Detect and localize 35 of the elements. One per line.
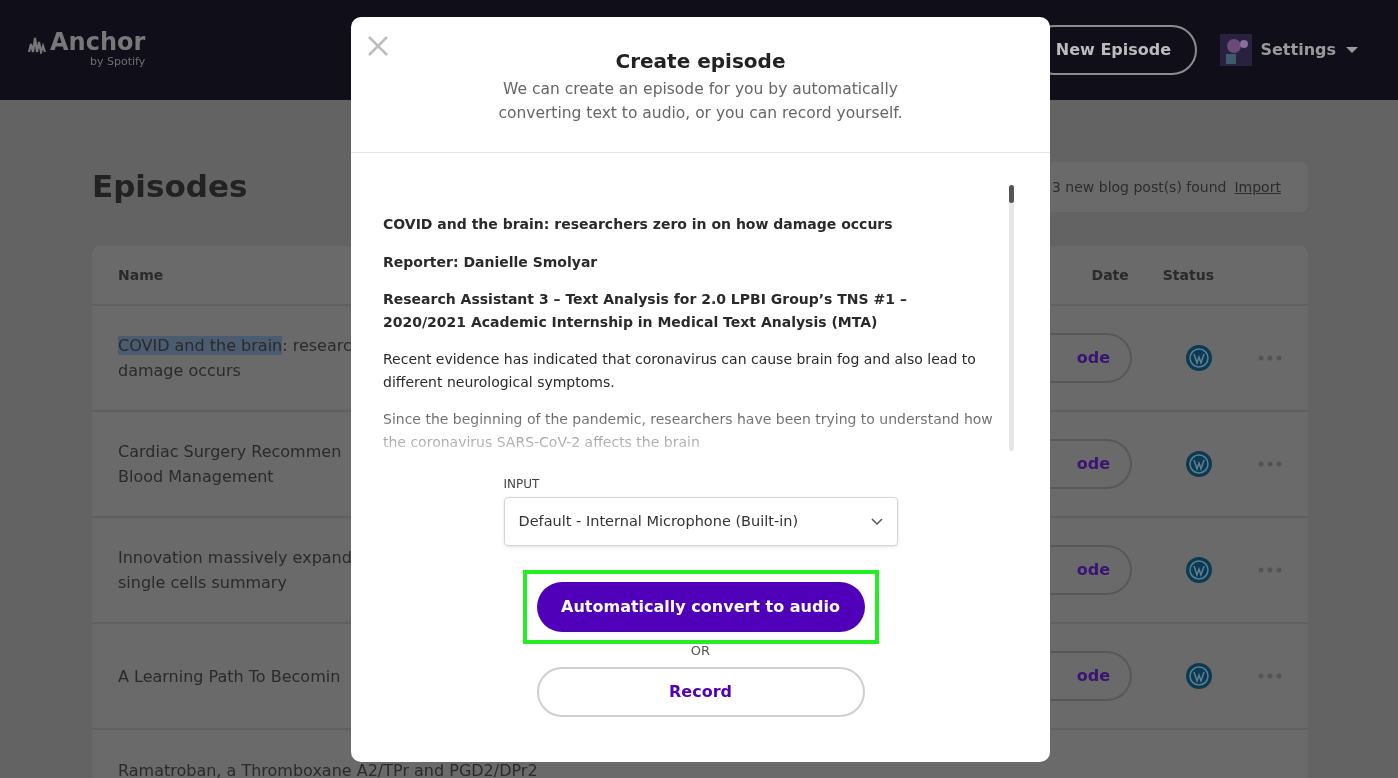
or-separator: OR [690,644,711,658]
episode-title: Cardiac Surgery Recommen [118,441,342,463]
settings-menu[interactable]: Settings [1260,38,1336,62]
column-header: Status [1162,265,1214,285]
notice-text: 3 new blog post(s) found [1052,177,1227,197]
chevron-icon [870,517,883,526]
logo-wordmark: Anchor [50,29,146,54]
article-paragraph: Recent evidence has indicated that coronavirus can cause brain fog and also lead to different neurological symptoms. [383,350,977,392]
input-label: INPUT [503,476,541,493]
column-header: Name [118,265,164,285]
episode-title: Ramatroban, a Thromboxane A2/TPr and PGD2/DPr2 [118,760,538,778]
column-header: Date [1091,265,1129,285]
caret-icon [1346,47,1358,53]
article-paragraph: Research Assistant 3 – Text Analysis for 2.0 LPBI Group’s TNS #1 – 2020/2021 Academic Internship in Medical Text Analysis (MTA) [383,290,908,332]
episode-title: single cells summary [118,572,288,594]
article-paragraph: COVID and the brain: researchers zero in on how damage occurs [383,215,894,234]
wordpress-status-icon [1186,345,1212,371]
wordpress-status-icon [1186,663,1212,689]
episode-title: Innovation massively expand [118,547,352,569]
article-paragraph: Since the beginning of the pandemic, researchers have been trying to understand how the coronavirus SARS-CoV-2 affects the brain [383,410,993,451]
logo-tagline: by Spotify [89,53,146,70]
convert-to-audio-button[interactable]: Automatically convert to audio [536,582,865,632]
dialog-title: Create episode [614,49,787,73]
episode-title: COVID and the brain: researc [118,335,352,357]
wordpress-status-icon [1186,557,1212,583]
episode-title: damage occurs [118,360,242,382]
dialog-subtitle: We can create an episode for you by automatically converting text to audio, or you can record yourself. [497,79,904,124]
episode-title: A Learning Path To Becomin [118,665,341,688]
record-button[interactable]: Record [536,667,865,717]
article-paragraph: Reporter: Danielle Smolyar [383,252,599,272]
input-select[interactable]: Default - Internal Microphone (Built-in) [503,497,898,546]
episode-title: Blood Management [118,466,275,488]
scrollbar[interactable] [1009,185,1014,451]
wordpress-status-icon [1186,451,1212,477]
page-title: Episodes [92,168,248,206]
